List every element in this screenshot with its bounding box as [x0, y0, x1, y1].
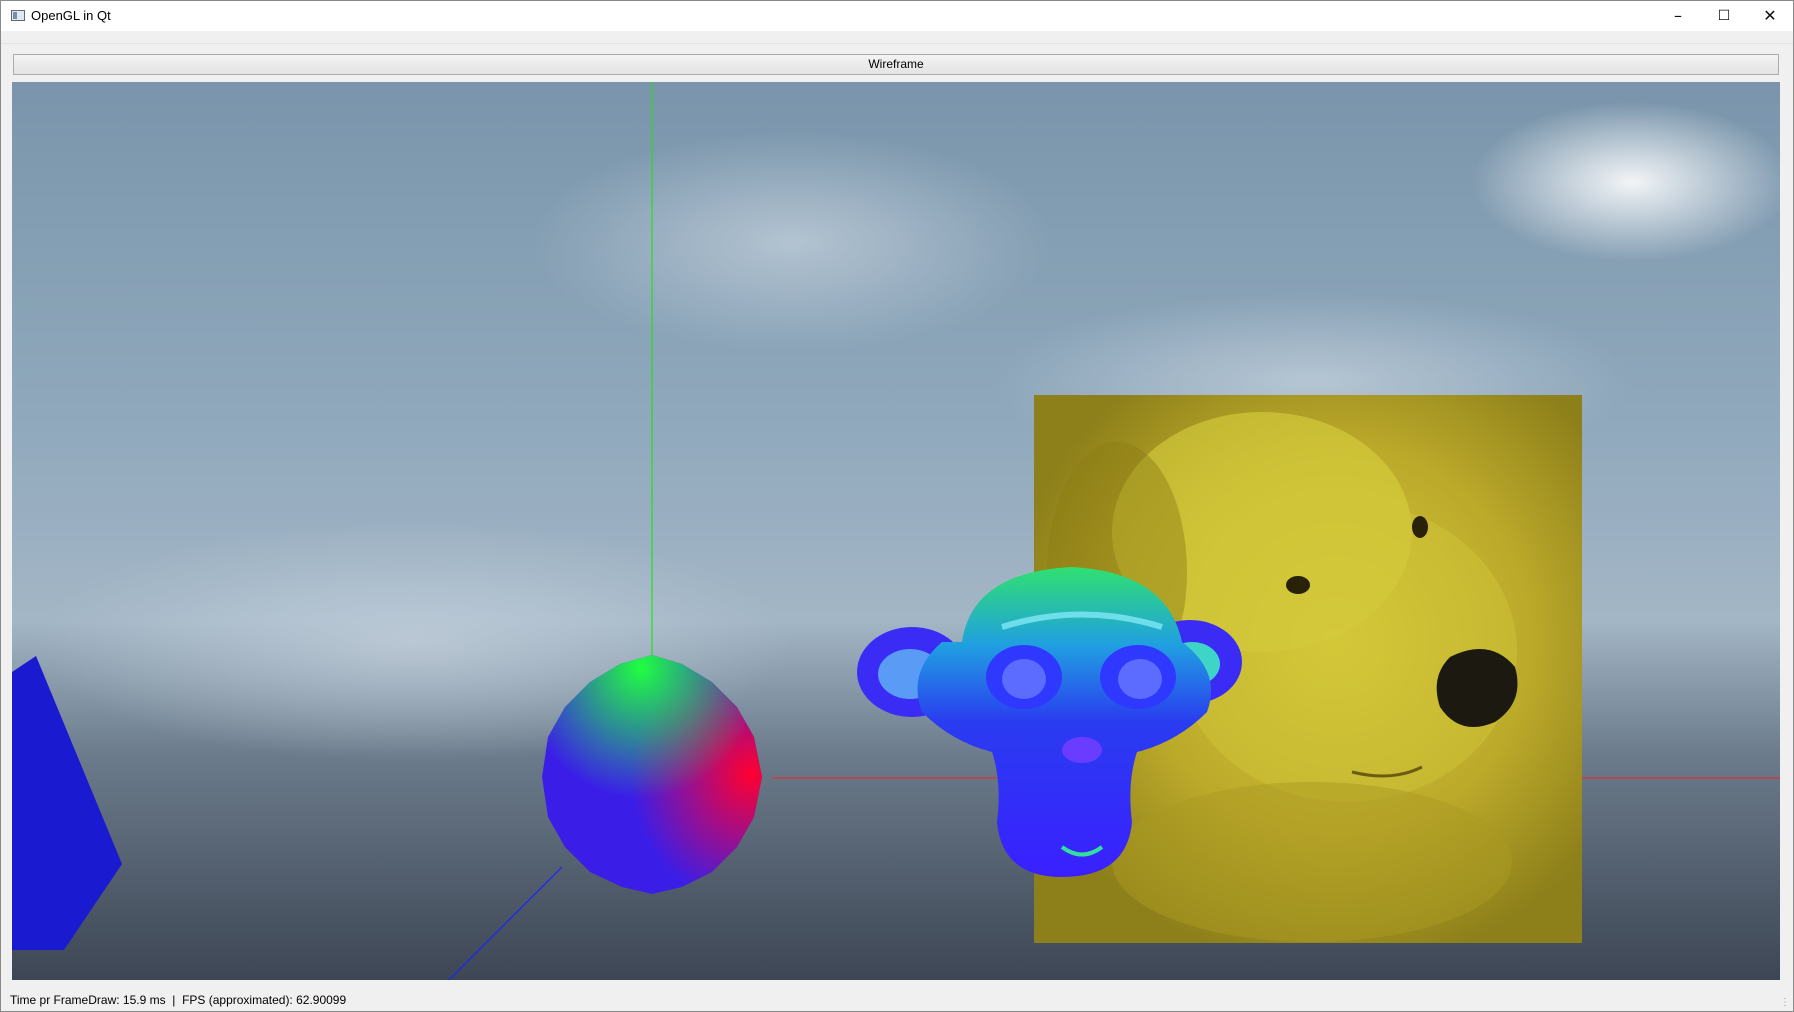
menu-bar — [1, 31, 1793, 44]
maximize-icon[interactable]: ☐ — [1701, 1, 1747, 31]
cloud — [1472, 102, 1780, 262]
fps-label: FPS (approximated): 62.90099 — [182, 993, 347, 1007]
resize-grip-icon[interactable]: ⋮ — [1780, 997, 1790, 1008]
scene-canvas — [12, 82, 1780, 980]
close-icon[interactable]: ✕ — [1747, 1, 1793, 31]
cloud — [532, 132, 1052, 352]
app-icon — [11, 10, 25, 21]
status-bar: Time pr FrameDraw: 15.9 ms | FPS (approx… — [10, 993, 346, 1007]
minimize-icon[interactable]: – — [1655, 1, 1701, 31]
wireframe-button[interactable]: Wireframe — [13, 54, 1779, 75]
frame-time-label: Time pr FrameDraw: 15.9 ms — [10, 993, 166, 1007]
title-bar[interactable]: OpenGL in Qt – ☐ ✕ — [1, 1, 1793, 31]
opengl-viewport[interactable] — [12, 82, 1780, 980]
window-title: OpenGL in Qt — [31, 8, 111, 23]
status-separator: | — [172, 993, 176, 1007]
